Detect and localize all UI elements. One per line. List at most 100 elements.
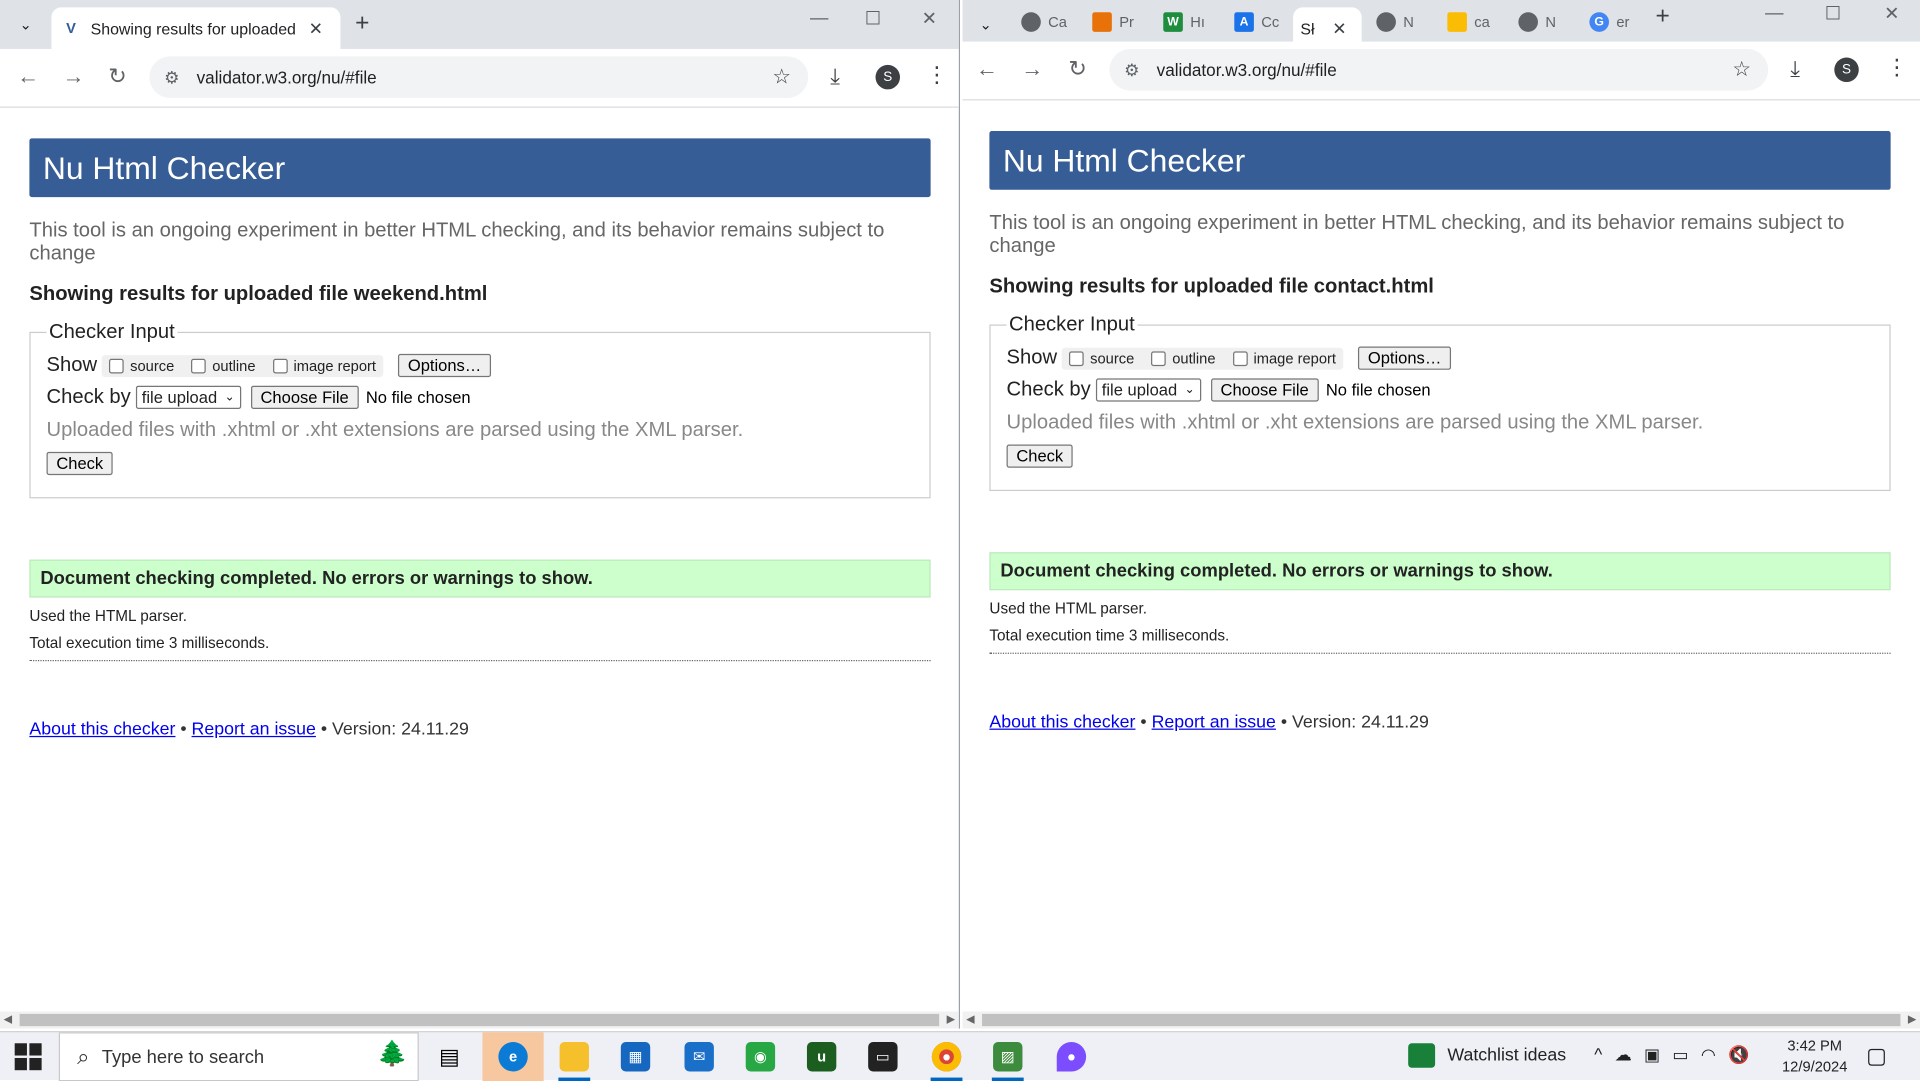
check-by-select[interactable]: file upload ⌄	[1095, 378, 1201, 402]
xml-note: Uploaded files with .xhtml or .xht exten…	[1006, 411, 1704, 434]
image-app-icon[interactable]: ▨	[977, 1032, 1038, 1081]
mail-icon[interactable]: ✉	[669, 1032, 730, 1081]
download-icon[interactable]: ⤓	[830, 64, 840, 90]
maximize-icon[interactable]: ☐	[1805, 2, 1861, 25]
address-bar[interactable]: ⚙ validator.w3.org/nu/#file ☆	[149, 56, 809, 98]
forward-icon[interactable]: →	[59, 64, 88, 90]
results-heading: Showing results for uploaded file weeken…	[29, 282, 488, 305]
tab-search-chevron-icon[interactable]: ⌄	[10, 9, 42, 41]
chevron-up-icon[interactable]: ^	[1594, 1044, 1614, 1064]
footer: About this checker • Report an issue • V…	[29, 720, 469, 740]
tab-6[interactable]: N	[1364, 5, 1435, 39]
check-button[interactable]: Check	[46, 451, 113, 476]
chrome-icon[interactable]: ●	[916, 1032, 977, 1081]
tab-active[interactable]: V Showing results for uploaded fi ✕	[51, 7, 341, 49]
terminal-icon[interactable]: ▭	[852, 1032, 913, 1081]
choose-file-button[interactable]: Choose File	[1210, 378, 1319, 402]
check-button[interactable]: Check	[1006, 444, 1073, 468]
options-button[interactable]: Options…	[398, 353, 492, 378]
reload-icon[interactable]: ↻	[1063, 56, 1092, 82]
avatar[interactable]: S	[1834, 57, 1859, 83]
w3c-validator-icon: V	[66, 19, 76, 37]
task-view-icon[interactable]: ▤	[419, 1032, 480, 1081]
battery-icon[interactable]: ▭	[1672, 1044, 1700, 1064]
url-text: validator.w3.org/nu/#file	[1156, 60, 1337, 80]
choose-file-button[interactable]: Choose File	[250, 385, 359, 409]
close-tab-icon[interactable]: ✕	[1332, 18, 1346, 39]
site-settings-icon[interactable]: ⚙	[1124, 59, 1139, 80]
download-icon[interactable]: ⤓	[1790, 56, 1800, 82]
cloud-icon[interactable]: ☁	[1615, 1044, 1644, 1064]
tab-8[interactable]: N	[1506, 5, 1577, 39]
outline-checkbox[interactable]: outline	[191, 357, 256, 374]
scroll-right-icon[interactable]: ▶	[947, 1013, 955, 1026]
forward-icon[interactable]: →	[1018, 56, 1047, 82]
taskbar-clock[interactable]: 3:42 PM 12/9/2024	[1776, 1036, 1854, 1078]
source-checkbox[interactable]: source	[1069, 350, 1134, 367]
store-icon[interactable]: ▦	[605, 1032, 666, 1081]
windows-start-icon[interactable]	[14, 1043, 42, 1071]
file-explorer-icon[interactable]	[544, 1032, 605, 1081]
avatar[interactable]: S	[875, 64, 901, 90]
address-bar[interactable]: ⚙ validator.w3.org/nu/#file ☆	[1109, 48, 1769, 91]
game-icon[interactable]: ◉	[730, 1032, 791, 1081]
image-report-checkbox[interactable]: image report	[272, 357, 376, 374]
close-window-icon[interactable]: ✕	[1864, 2, 1920, 25]
bookmark-star-icon[interactable]: ☆	[1732, 58, 1751, 82]
site-settings-icon[interactable]: ⚙	[164, 67, 179, 88]
options-button[interactable]: Options…	[1358, 346, 1452, 370]
edge-icon[interactable]: e	[482, 1032, 544, 1081]
back-icon[interactable]: ←	[13, 64, 42, 90]
menu-kebab-icon[interactable]: ⋮	[926, 62, 948, 88]
bookmark-star-icon[interactable]: ☆	[772, 65, 791, 89]
outline-checkbox[interactable]: outline	[1151, 350, 1216, 367]
show-label: Show	[1006, 346, 1058, 369]
scrollbar-thumb[interactable]	[19, 1013, 940, 1027]
image-report-checkbox[interactable]: image report	[1232, 350, 1336, 367]
system-tray[interactable]: ^☁▣▭◠🔇	[1594, 1044, 1761, 1065]
check-by-select[interactable]: file upload ⌄	[135, 385, 241, 409]
udemy-icon[interactable]: u	[791, 1032, 852, 1081]
tab-3[interactable]: W Hı	[1151, 5, 1222, 39]
tab-search-chevron-icon[interactable]: ⌄	[970, 9, 1002, 41]
scrollbar-thumb[interactable]	[982, 1013, 1901, 1027]
close-window-icon[interactable]: ✕	[901, 7, 957, 30]
volume-muted-icon[interactable]: 🔇	[1728, 1044, 1762, 1064]
meet-icon[interactable]: ▣	[1644, 1044, 1672, 1064]
page-content: Nu Html Checker This tool is an ongoing …	[0, 108, 959, 1012]
taskbar-search-box[interactable]: ⌕ Type here to search 🌲	[58, 1032, 419, 1081]
horizontal-scrollbar[interactable]: ◀ ▶	[962, 1011, 1920, 1029]
minimize-icon[interactable]: —	[791, 7, 847, 28]
source-checkbox[interactable]: source	[109, 357, 174, 374]
report-issue-link[interactable]: Report an issue	[192, 720, 316, 740]
reload-icon[interactable]: ↻	[103, 64, 132, 90]
minimize-icon[interactable]: —	[1746, 2, 1802, 23]
scroll-left-icon[interactable]: ◀	[966, 1013, 974, 1026]
about-link[interactable]: About this checker	[989, 713, 1135, 733]
new-tab-icon[interactable]: +	[355, 10, 369, 38]
tab-2[interactable]: Pr	[1080, 5, 1151, 39]
report-issue-link[interactable]: Report an issue	[1152, 713, 1276, 733]
menu-kebab-icon[interactable]: ⋮	[1886, 55, 1908, 81]
paint-drop-icon[interactable]: ●	[1041, 1032, 1102, 1081]
tab-7[interactable]: ca	[1435, 5, 1506, 39]
notifications-icon[interactable]: ▢	[1866, 1043, 1887, 1069]
tab-4[interactable]: A Cc	[1222, 5, 1293, 39]
chevron-down-icon: ⌄	[224, 390, 235, 405]
tab-9[interactable]: Ger	[1577, 5, 1648, 39]
stocks-icon	[1408, 1043, 1436, 1068]
tab-1[interactable]: Ca	[1009, 5, 1080, 39]
scroll-right-icon[interactable]: ▶	[1908, 1013, 1916, 1026]
horizontal-scrollbar[interactable]: ◀ ▶	[0, 1011, 959, 1029]
about-link[interactable]: About this checker	[29, 720, 175, 740]
close-tab-icon[interactable]: ✕	[309, 18, 323, 39]
parser-info: Used the HTML parser.	[989, 600, 1148, 618]
scroll-left-icon[interactable]: ◀	[4, 1013, 12, 1026]
new-tab-icon[interactable]: +	[1656, 2, 1670, 30]
watchlist-widget[interactable]: Watchlist ideas	[1408, 1043, 1566, 1068]
back-icon[interactable]: ←	[972, 56, 1001, 82]
maximize-icon[interactable]: ☐	[845, 7, 901, 30]
divider	[989, 652, 1891, 654]
wifi-icon[interactable]: ◠	[1701, 1044, 1728, 1064]
canvas-icon: A	[1234, 12, 1254, 32]
